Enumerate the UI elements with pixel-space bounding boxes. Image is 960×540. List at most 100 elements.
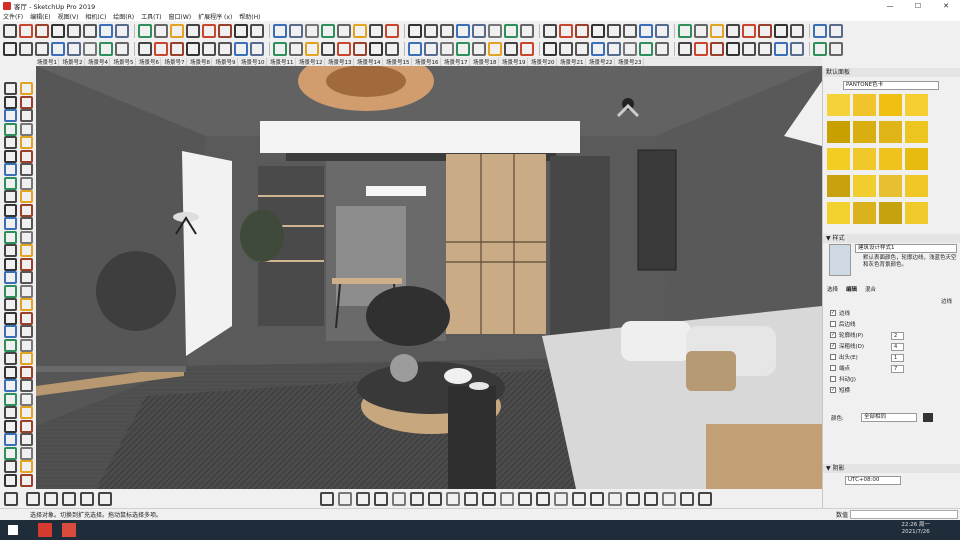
toolbar-tool-icon[interactable]	[456, 23, 470, 38]
toolbar-tool-icon[interactable]	[289, 41, 303, 56]
material-swatch[interactable]	[879, 148, 902, 170]
scene-tab[interactable]: 场景号5	[113, 57, 136, 66]
toolbar-tool-icon[interactable]	[115, 23, 129, 38]
toolbar-tool-icon[interactable]	[813, 41, 827, 56]
toolbar-tool-icon[interactable]	[369, 41, 383, 56]
material-swatch[interactable]	[827, 202, 850, 224]
toolbar-tool-icon[interactable]	[186, 23, 200, 38]
drawing-tool-icon[interactable]	[4, 95, 17, 109]
bottom-tool-icon[interactable]	[698, 492, 712, 506]
drawing-tool-icon[interactable]	[4, 190, 17, 203]
toolbar-tool-icon[interactable]	[273, 23, 287, 38]
toolbar-tool-icon[interactable]	[758, 23, 772, 38]
measurement-input[interactable]	[850, 510, 958, 519]
shadows-header[interactable]: ▼ 阴影	[823, 464, 960, 473]
drawing-tool-icon[interactable]	[20, 298, 33, 311]
material-swatch[interactable]	[827, 94, 850, 116]
menu-extensions[interactable]: 扩展程序 (x)	[198, 12, 232, 21]
toolbar-tool-icon[interactable]	[67, 23, 81, 38]
drawing-tool-icon[interactable]	[4, 217, 17, 230]
toolbar-tool-icon[interactable]	[3, 23, 17, 38]
toolbar-tool-icon[interactable]	[353, 41, 367, 56]
bottom-tool-icon[interactable]	[626, 492, 640, 506]
edge-option-value[interactable]: 7	[891, 365, 904, 373]
material-swatch[interactable]	[827, 175, 850, 197]
drawing-tool-icon[interactable]	[20, 109, 33, 122]
drawing-tool-icon[interactable]	[20, 257, 33, 271]
drawing-tool-icon[interactable]	[20, 419, 33, 433]
material-swatch[interactable]	[853, 121, 876, 143]
drawing-tool-icon[interactable]	[4, 122, 17, 136]
toolbar-tool-icon[interactable]	[623, 41, 637, 56]
toolbar-tool-icon[interactable]	[202, 41, 216, 56]
toolbar-tool-icon[interactable]	[321, 23, 335, 38]
materials-library-select[interactable]: PANTONE色卡	[843, 81, 939, 90]
drawing-tool-icon[interactable]	[20, 95, 33, 109]
drawing-tool-icon[interactable]	[4, 446, 17, 460]
drawing-tool-icon[interactable]	[20, 149, 33, 163]
toolbar-tool-icon[interactable]	[154, 23, 168, 38]
toolbar-tool-icon[interactable]	[353, 23, 367, 38]
toolbar-tool-icon[interactable]	[35, 41, 49, 56]
toolbar-tool-icon[interactable]	[440, 23, 454, 38]
toolbar-tool-icon[interactable]	[472, 23, 486, 38]
edge-option-value[interactable]: 2	[891, 332, 904, 340]
toolbar-tool-icon[interactable]	[202, 23, 216, 38]
drawing-tool-icon[interactable]	[20, 460, 33, 473]
scene-tab[interactable]: 场景号7	[164, 57, 187, 66]
material-swatch[interactable]	[853, 94, 876, 116]
drawing-tool-icon[interactable]	[4, 230, 17, 244]
toolbar-tool-icon[interactable]	[424, 23, 438, 38]
edge-option-checkbox[interactable]	[830, 365, 836, 371]
material-swatch[interactable]	[879, 121, 902, 143]
menu-window[interactable]: 窗口(W)	[169, 12, 192, 21]
drawing-tool-icon[interactable]	[20, 203, 33, 217]
drawing-tool-icon[interactable]	[20, 352, 33, 365]
bottom-tool-icon[interactable]	[680, 492, 694, 506]
toolbar-tool-icon[interactable]	[559, 41, 573, 56]
material-swatch[interactable]	[827, 121, 850, 143]
bottom-tool-icon[interactable]	[4, 492, 18, 506]
drawing-tool-icon[interactable]	[4, 284, 17, 298]
toolbar-tool-icon[interactable]	[99, 41, 113, 56]
tab-mix[interactable]: 混合	[865, 285, 876, 293]
bottom-tool-icon[interactable]	[338, 492, 352, 506]
toolbar-tool-icon[interactable]	[385, 41, 399, 56]
toolbar-tool-icon[interactable]	[234, 23, 248, 38]
toolbar-tool-icon[interactable]	[790, 41, 804, 56]
scene-tab[interactable]: 场景号1	[36, 57, 59, 66]
scene-tab[interactable]: 场景号23	[617, 57, 644, 66]
drawing-tool-icon[interactable]	[4, 460, 17, 473]
bottom-tool-icon[interactable]	[26, 492, 40, 506]
toolbar-tool-icon[interactable]	[154, 41, 168, 56]
material-swatch[interactable]	[905, 148, 928, 170]
bottom-tool-icon[interactable]	[446, 492, 460, 506]
toolbar-tool-icon[interactable]	[424, 41, 438, 56]
toolbar-tool-icon[interactable]	[138, 23, 152, 38]
bottom-tool-icon[interactable]	[590, 492, 604, 506]
styles-header[interactable]: ▼ 样式	[823, 234, 960, 243]
drawing-tool-icon[interactable]	[20, 230, 33, 244]
scene-tab[interactable]: 场景号16	[414, 57, 441, 66]
drawing-tool-icon[interactable]	[4, 271, 17, 284]
edge-color-swatch[interactable]	[923, 413, 933, 422]
taskbar-sketchup-icon[interactable]	[62, 523, 76, 537]
toolbar-tool-icon[interactable]	[67, 41, 81, 56]
bottom-tool-icon[interactable]	[518, 492, 532, 506]
edge-option-value[interactable]: 4	[891, 343, 904, 351]
toolbar-tool-icon[interactable]	[504, 23, 518, 38]
drawing-tool-icon[interactable]	[4, 433, 17, 446]
drawing-tool-icon[interactable]	[4, 203, 17, 217]
toolbar-tool-icon[interactable]	[726, 23, 740, 38]
edge-option-checkbox[interactable]	[830, 321, 836, 327]
toolbar-tool-icon[interactable]	[639, 41, 653, 56]
scene-tab[interactable]: 场景号6	[138, 57, 161, 66]
toolbar-tool-icon[interactable]	[520, 41, 534, 56]
material-swatch[interactable]	[905, 121, 928, 143]
bottom-tool-icon[interactable]	[80, 492, 94, 506]
drawing-tool-icon[interactable]	[20, 136, 33, 149]
scene-tab[interactable]: 场景号11	[269, 57, 296, 66]
scene-tab[interactable]: 场景号15	[385, 57, 412, 66]
drawing-tool-icon[interactable]	[4, 136, 17, 149]
toolbar-tool-icon[interactable]	[710, 41, 724, 56]
